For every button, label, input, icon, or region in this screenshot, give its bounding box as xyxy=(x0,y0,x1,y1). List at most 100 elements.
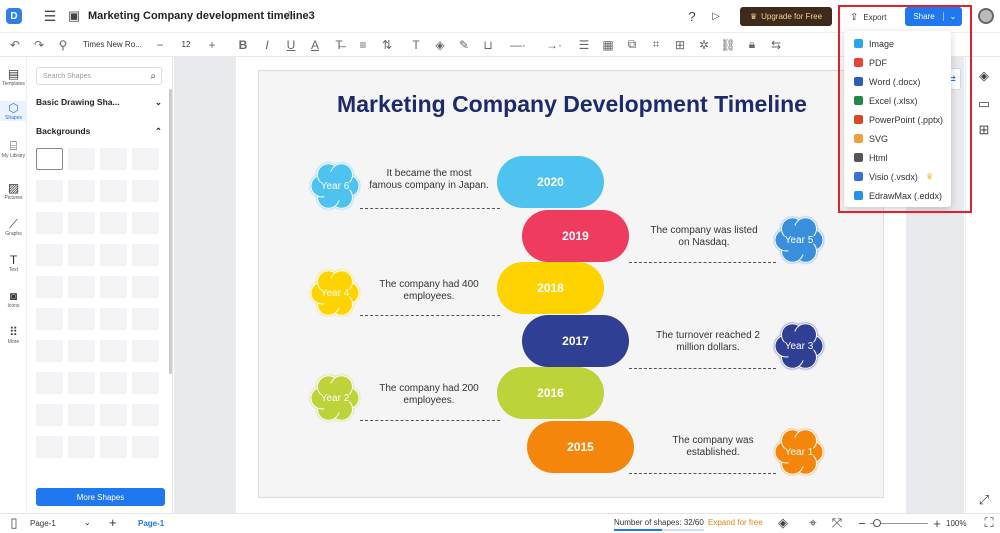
more-shapes-button[interactable]: More Shapes xyxy=(36,488,165,506)
text-direction-icon[interactable]: ⇅ xyxy=(378,35,396,55)
milestone-text[interactable]: It became the most famous company in Jap… xyxy=(369,168,489,192)
zoom-level[interactable]: 100% xyxy=(946,519,966,528)
milestone-text[interactable]: The company was established. xyxy=(653,435,773,459)
lock-icon[interactable]: 🔒︎ xyxy=(743,35,761,55)
page-select[interactable]: Page-1 xyxy=(30,519,56,528)
underline-icon[interactable]: U xyxy=(282,35,300,55)
avatar[interactable] xyxy=(978,8,994,24)
background-thumbnail[interactable] xyxy=(36,404,63,426)
background-thumbnail[interactable] xyxy=(132,212,159,234)
add-page-icon[interactable]: + xyxy=(109,515,117,530)
background-thumbnail[interactable] xyxy=(36,244,63,266)
diagram-title[interactable]: Marketing Company Development Timeline xyxy=(259,91,885,118)
background-thumbnail[interactable] xyxy=(132,404,159,426)
background-thumbnail[interactable] xyxy=(36,308,63,330)
strikethrough-icon[interactable]: T̶ xyxy=(330,35,348,55)
rail-graphs[interactable]: ⟋ Graphs xyxy=(0,217,27,237)
search-input[interactable]: Search Shapes ⌕ xyxy=(36,67,162,85)
replace-icon[interactable]: ⇆ xyxy=(767,35,785,55)
pen-icon[interactable]: ✎ xyxy=(455,35,473,55)
rail-text[interactable]: T Text xyxy=(0,253,27,273)
undo-icon[interactable]: ↶ xyxy=(6,35,24,55)
background-thumbnail[interactable] xyxy=(36,340,63,362)
background-thumbnail[interactable] xyxy=(36,148,63,170)
background-thumbnail[interactable] xyxy=(68,340,95,362)
year-flower-badge[interactable]: Year 2 xyxy=(310,373,360,423)
background-thumbnail[interactable] xyxy=(132,244,159,266)
font-color-icon[interactable]: A xyxy=(306,35,324,55)
background-thumbnail[interactable] xyxy=(68,436,95,458)
zoom-in-icon[interactable]: + xyxy=(931,516,943,531)
zoom-knob[interactable] xyxy=(873,519,881,527)
font-decrease-icon[interactable]: − xyxy=(151,35,169,55)
star-icon[interactable]: ☆ xyxy=(281,8,297,24)
background-thumbnail[interactable] xyxy=(100,276,127,298)
redo-icon[interactable]: ↷ xyxy=(30,35,48,55)
background-thumbnail[interactable] xyxy=(100,148,127,170)
background-thumbnail[interactable] xyxy=(100,244,127,266)
basic-drawing-header[interactable]: Basic Drawing Sha... ⌄ xyxy=(36,97,162,108)
line-style-icon[interactable]: —· xyxy=(503,35,533,55)
rail-more[interactable]: ⠿ More xyxy=(0,325,27,345)
bold-icon[interactable]: B xyxy=(234,35,252,55)
layer-icon[interactable]: ⧉ xyxy=(623,35,641,55)
text-tool-icon[interactable]: T xyxy=(407,35,425,55)
background-thumbnail[interactable] xyxy=(132,276,159,298)
app-logo[interactable]: D xyxy=(6,8,22,24)
year-pill[interactable]: 2018 xyxy=(497,262,604,314)
background-thumbnail[interactable] xyxy=(132,340,159,362)
year-flower-badge[interactable]: Year 5 xyxy=(774,215,824,265)
font-increase-icon[interactable]: + xyxy=(203,35,221,55)
background-thumbnail[interactable] xyxy=(132,372,159,394)
rail-icons[interactable]: ◙ Icons xyxy=(0,289,27,309)
year-flower-badge[interactable]: Year 3 xyxy=(774,321,824,371)
background-thumbnail[interactable] xyxy=(132,180,159,202)
arrow-style-icon[interactable]: →· xyxy=(539,35,569,55)
rail-my-library[interactable]: ⌸ My Library xyxy=(0,139,27,159)
theme-icon[interactable]: ✲ xyxy=(695,35,713,55)
background-thumbnail[interactable] xyxy=(68,148,95,170)
line-weight-icon[interactable]: ☰ xyxy=(575,35,593,55)
fill-panel-icon[interactable]: ◈ xyxy=(977,68,991,83)
year-flower-badge[interactable]: Year 1 xyxy=(774,427,824,477)
align-objects-icon[interactable]: ⊞ xyxy=(671,35,689,55)
background-thumbnail[interactable] xyxy=(100,404,127,426)
font-size-select[interactable]: 12 xyxy=(175,35,197,55)
background-thumbnail[interactable] xyxy=(36,276,63,298)
align-icon[interactable]: ≡ xyxy=(354,35,372,55)
zoom-fit-icon[interactable]: ⤢ xyxy=(977,492,991,507)
milestone-text[interactable]: The company had 400 employees. xyxy=(369,279,489,303)
grid-panel-icon[interactable]: ⊞ xyxy=(977,122,991,137)
format-painter-icon[interactable]: ⚲ xyxy=(54,35,72,55)
upgrade-button[interactable]: ♛ Upgrade for Free xyxy=(740,7,832,26)
connector-icon[interactable]: ⊔ xyxy=(479,35,497,55)
play-icon[interactable]: ▷ xyxy=(708,8,724,24)
link-icon[interactable]: ⛓ xyxy=(719,35,737,55)
background-thumbnail[interactable] xyxy=(36,180,63,202)
milestone-text[interactable]: The turnover reached 2 million dollars. xyxy=(648,330,768,354)
background-thumbnail[interactable] xyxy=(36,436,63,458)
zoom-out-icon[interactable]: − xyxy=(856,516,868,531)
page-tab[interactable]: Page-1 xyxy=(138,519,164,528)
background-thumbnail[interactable] xyxy=(36,212,63,234)
year-flower-badge[interactable]: Year 4 xyxy=(310,268,360,318)
expand-link[interactable]: Expand for free xyxy=(708,518,763,527)
background-thumbnail[interactable] xyxy=(132,148,159,170)
panel-scrollbar[interactable] xyxy=(169,89,172,374)
background-thumbnail[interactable] xyxy=(68,276,95,298)
backgrounds-header[interactable]: Backgrounds ⌃ xyxy=(36,126,162,137)
help-icon[interactable]: ? xyxy=(684,8,700,24)
layers-icon[interactable]: ◈ xyxy=(776,515,790,530)
rail-templates[interactable]: ▤ Templates xyxy=(0,67,27,87)
year-pill[interactable]: 2015 xyxy=(527,421,634,473)
background-thumbnail[interactable] xyxy=(100,436,127,458)
menu-icon[interactable]: ☰ xyxy=(42,8,58,24)
background-thumbnail[interactable] xyxy=(68,372,95,394)
fill-icon[interactable]: ◈ xyxy=(431,35,449,55)
year-pill[interactable]: 2016 xyxy=(497,367,604,419)
rail-pictures[interactable]: ▨ Pictures xyxy=(0,181,27,201)
background-thumbnail[interactable] xyxy=(100,308,127,330)
background-thumbnail[interactable] xyxy=(132,308,159,330)
background-thumbnail[interactable] xyxy=(100,340,127,362)
year-flower-badge[interactable]: Year 6 xyxy=(310,161,360,211)
